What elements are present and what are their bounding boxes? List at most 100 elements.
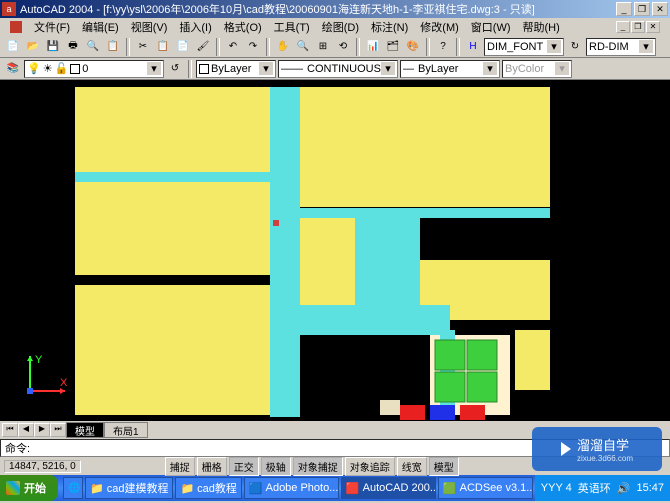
tray-text: YYY 4: [541, 482, 572, 494]
titlebar: a AutoCAD 2004 - [f:\yy\ysl\2006年\2006年1…: [0, 0, 670, 18]
properties-toolbar: 📚 💡 ☀ 🔓 0 ▾ ↺ ByLayer ▾ —— CONTINUOUS ▾ …: [0, 58, 670, 80]
window-title: AutoCAD 2004 - [f:\yy\ysl\2006年\2006年10月…: [20, 1, 616, 17]
plotstyle-value: ByColor: [505, 63, 544, 75]
sun-icon: ☀: [43, 62, 53, 75]
tab-model[interactable]: 模型: [66, 422, 104, 438]
ucs-icon: Y X: [20, 351, 70, 401]
zoom-realtime-icon[interactable]: 🔍: [294, 38, 312, 56]
menu-format[interactable]: 格式(O): [224, 19, 262, 35]
new-icon[interactable]: 📄: [4, 38, 22, 56]
menu-window[interactable]: 窗口(W): [471, 19, 511, 35]
rddim-dropdown[interactable]: RD-DIM ▾: [586, 38, 656, 56]
lwt-toggle[interactable]: 线宽: [397, 457, 427, 476]
dimstyle-dropdown[interactable]: DIM_FONT ▾: [484, 38, 564, 56]
tab-last-icon[interactable]: ⏭: [50, 423, 66, 437]
quicklaunch-icon[interactable]: 🌐: [63, 477, 83, 499]
mdi-minimize[interactable]: _: [616, 21, 630, 33]
tab-first-icon[interactable]: ⏮: [2, 423, 18, 437]
undo-icon[interactable]: ↶: [224, 38, 242, 56]
dim-icon[interactable]: H: [464, 38, 482, 56]
maximize-button[interactable]: ❐: [634, 2, 650, 16]
menu-file[interactable]: 文件(F): [34, 19, 70, 35]
menubar: 文件(F) 编辑(E) 视图(V) 插入(I) 格式(O) 工具(T) 绘图(D…: [0, 18, 670, 36]
layer-prev-icon[interactable]: ↺: [166, 60, 184, 78]
ortho-toggle[interactable]: 正交: [229, 457, 259, 476]
windows-taskbar: 开始 🌐 📁cad建模教程 📁cad教程 🟦Adobe Photo... 🟥Au…: [0, 475, 670, 501]
app-icon: a: [2, 2, 16, 16]
open-icon[interactable]: 📂: [24, 38, 42, 56]
menu-help[interactable]: 帮助(H): [523, 19, 560, 35]
svg-text:Y: Y: [35, 354, 43, 366]
snap-toggle[interactable]: 捕捉: [165, 457, 195, 476]
tab-prev-icon[interactable]: ◀: [18, 423, 34, 437]
watermark-url: zixue.3d66.com: [577, 454, 633, 463]
help-icon[interactable]: ?: [434, 38, 452, 56]
dimupdate-icon[interactable]: ↻: [566, 38, 584, 56]
tab-next-icon[interactable]: ▶: [34, 423, 50, 437]
menu-edit[interactable]: 编辑(E): [82, 19, 119, 35]
preview-icon[interactable]: 🔍: [84, 38, 102, 56]
watermark-brand: 溜溜自学: [577, 435, 633, 454]
linetype-value: CONTINUOUS: [307, 63, 381, 75]
pan-icon[interactable]: ✋: [274, 38, 292, 56]
linetype-dropdown[interactable]: —— CONTINUOUS ▾: [278, 60, 398, 78]
color-dropdown[interactable]: ByLayer ▾: [196, 60, 276, 78]
redo-icon[interactable]: ↷: [244, 38, 262, 56]
start-label: 开始: [24, 480, 46, 496]
copy-icon[interactable]: 📋: [154, 38, 172, 56]
play-icon: [561, 442, 571, 456]
lineweight-value: ByLayer: [418, 63, 458, 75]
tab-layout1[interactable]: 布局1: [104, 422, 148, 438]
mdi-restore[interactable]: ❐: [631, 21, 645, 33]
mdi-close[interactable]: ✕: [646, 21, 660, 33]
task-photoshop[interactable]: 🟦Adobe Photo...: [244, 477, 339, 499]
watermark-badge: 溜溜自学 zixue.3d66.com: [532, 427, 662, 471]
task-cad-model[interactable]: 📁cad建模教程: [85, 477, 173, 499]
start-button[interactable]: 开始: [0, 475, 58, 501]
tray-volume-icon[interactable]: 🔊: [617, 482, 631, 495]
designcenter-icon[interactable]: 🗂: [384, 38, 402, 56]
polar-toggle[interactable]: 极轴: [261, 457, 291, 476]
menu-tools[interactable]: 工具(T): [274, 19, 310, 35]
color-value: ByLayer: [211, 63, 251, 75]
svg-text:X: X: [60, 377, 68, 389]
floorplan-drawing: [0, 80, 670, 421]
menu-modify[interactable]: 修改(M): [420, 19, 459, 35]
layer-dropdown[interactable]: 💡 ☀ 🔓 0 ▾: [24, 60, 164, 78]
task-autocad[interactable]: 🟥AutoCAD 200...: [341, 477, 436, 499]
osnap-toggle[interactable]: 对象捕捉: [293, 457, 343, 476]
color-swatch: [199, 64, 209, 74]
print-icon[interactable]: 🖶: [64, 38, 82, 56]
model-toggle[interactable]: 模型: [429, 457, 459, 476]
match-icon[interactable]: 🖌: [194, 38, 212, 56]
zoom-window-icon[interactable]: ⊞: [314, 38, 332, 56]
menu-insert[interactable]: 插入(I): [179, 19, 211, 35]
drawing-canvas[interactable]: Y X: [0, 80, 670, 421]
menu-draw[interactable]: 绘图(D): [322, 19, 359, 35]
task-acdsee[interactable]: 🟩ACDSee v3.1...: [438, 477, 533, 499]
dimstyle-value: DIM_FONT: [487, 41, 543, 53]
lineweight-dropdown[interactable]: — ByLayer ▾: [400, 60, 500, 78]
menu-view[interactable]: 视图(V): [131, 19, 168, 35]
plotstyle-dropdown[interactable]: ByColor ▾: [502, 60, 572, 78]
paste-icon[interactable]: 📄: [174, 38, 192, 56]
otrack-toggle[interactable]: 对象追踪: [345, 457, 395, 476]
minimize-button[interactable]: _: [616, 2, 632, 16]
system-tray[interactable]: YYY 4 英语环 🔊 15:47: [535, 475, 670, 501]
toolpalette-icon[interactable]: 🎨: [404, 38, 422, 56]
save-icon[interactable]: 💾: [44, 38, 62, 56]
publish-icon[interactable]: 📋: [104, 38, 122, 56]
coords-display: 14847, 5216, 0: [4, 460, 81, 473]
layer-manager-icon[interactable]: 📚: [4, 60, 22, 78]
menu-dimension[interactable]: 标注(N): [371, 19, 408, 35]
cut-icon[interactable]: ✂: [134, 38, 152, 56]
task-cad-tutorial[interactable]: 📁cad教程: [175, 477, 241, 499]
properties-icon[interactable]: 📊: [364, 38, 382, 56]
app-icon-small: [10, 21, 22, 33]
lock-icon: 🔓: [55, 62, 69, 75]
zoom-prev-icon[interactable]: ⟲: [334, 38, 352, 56]
grid-toggle[interactable]: 栅格: [197, 457, 227, 476]
tray-ime: 英语环: [578, 480, 611, 496]
layer-color-swatch: [70, 64, 80, 74]
close-button[interactable]: ✕: [652, 2, 668, 16]
